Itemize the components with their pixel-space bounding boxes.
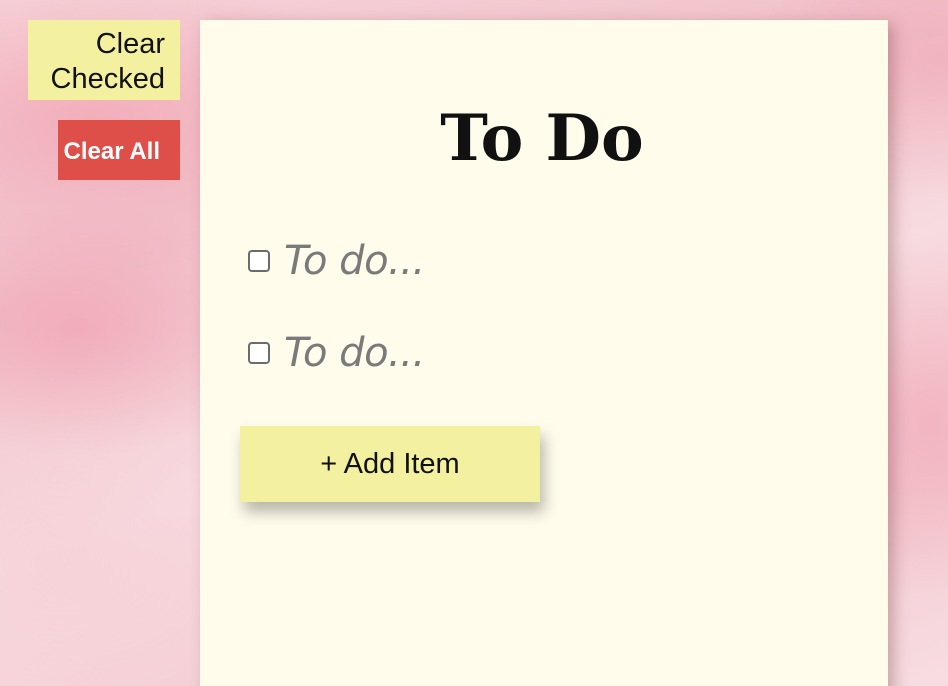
note-title: To Do	[440, 101, 644, 176]
todo-checkbox[interactable]	[248, 250, 270, 272]
todo-checkbox[interactable]	[248, 342, 270, 364]
todo-item: To do...	[248, 330, 425, 376]
todo-text-input[interactable]: To do...	[284, 330, 425, 376]
clear-checked-button[interactable]: Clear Checked	[28, 20, 180, 100]
todo-item: To do...	[248, 238, 425, 284]
add-item-button[interactable]: + Add Item	[240, 426, 540, 502]
todo-text-input[interactable]: To do...	[284, 238, 425, 284]
clear-all-button[interactable]: Clear All	[58, 120, 180, 180]
todo-list: To do... To do...	[248, 238, 425, 422]
todo-note: To Do To do... To do... + Add Item	[200, 20, 888, 686]
